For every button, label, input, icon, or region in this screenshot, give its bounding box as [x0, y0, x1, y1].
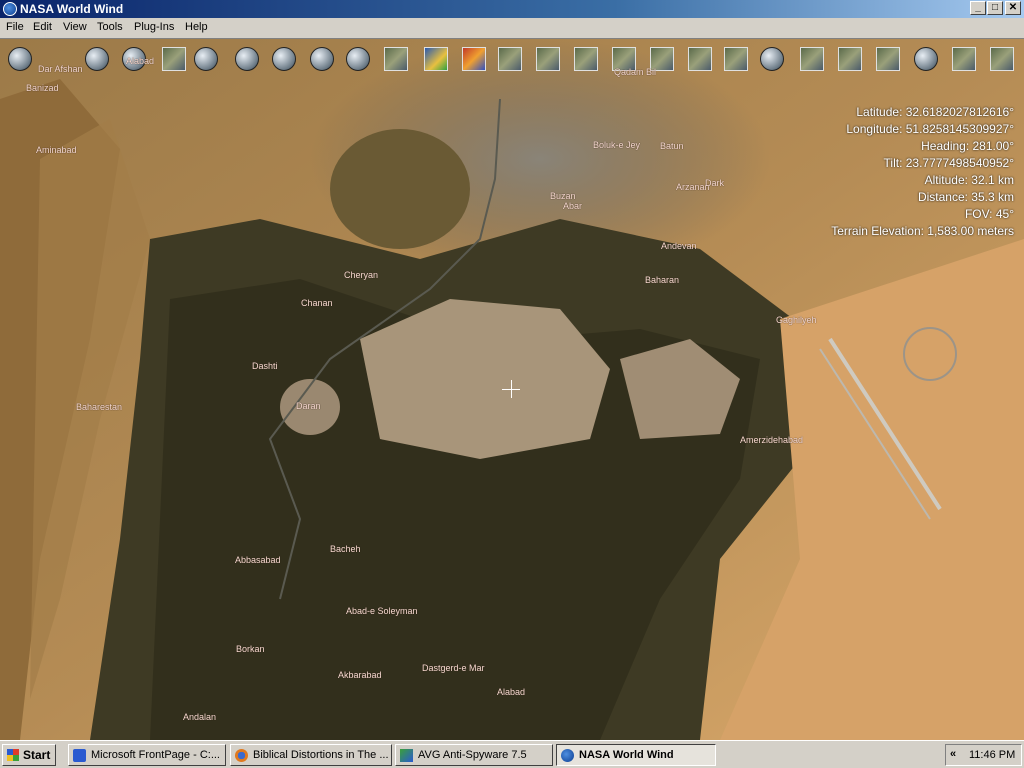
place-label: Andevan: [661, 241, 697, 251]
place-label: Borkan: [236, 644, 265, 654]
windows-logo-icon: [7, 749, 19, 761]
hud-longitude: Longitude: 51.8258145309927°: [846, 122, 1014, 136]
place-label: Baharestan: [76, 402, 123, 412]
hud-altitude: Altitude: 32.1 km: [924, 173, 1014, 187]
satellite-tile-icon[interactable]: [574, 47, 598, 71]
globe-viewport[interactable]: Dar Afshan Banizad Alabad Qadam Bil Amin…: [0, 39, 1024, 740]
clock[interactable]: 11:46 PM: [969, 749, 1015, 761]
camera-icon[interactable]: [162, 47, 186, 71]
place-label: Bacheh: [330, 544, 361, 554]
place-label: Alabad: [497, 687, 526, 697]
place-label: Dastgerd-e Mar: [422, 663, 485, 673]
start-button[interactable]: Start: [2, 744, 56, 766]
place-label: Alabad: [126, 56, 155, 66]
place-label: Amerzidehabad: [740, 435, 804, 445]
satellite-tile-icon[interactable]: [498, 47, 522, 71]
close-button[interactable]: ✕: [1005, 1, 1021, 15]
task-avg[interactable]: AVG Anti-Spyware 7.5: [395, 744, 553, 766]
satellite-tile-icon[interactable]: [990, 47, 1014, 71]
menu-view[interactable]: View: [63, 21, 87, 33]
task-label: NASA World Wind: [579, 749, 674, 761]
satellite-tile-icon[interactable]: [800, 47, 824, 71]
taskbar: Start Microsoft FrontPage - C:... Biblic…: [0, 740, 1024, 768]
globe-grid-icon[interactable]: [85, 47, 109, 71]
tray-expand-icon[interactable]: «: [950, 748, 956, 760]
wms-tile-icon[interactable]: [424, 47, 448, 71]
menu-edit[interactable]: Edit: [33, 21, 52, 33]
globe-icon[interactable]: [310, 47, 334, 71]
satellite-tile-icon[interactable]: [536, 47, 560, 71]
hud-fov: FOV: 45°: [964, 207, 1014, 221]
place-label: Dar Afshan: [38, 64, 83, 74]
task-label: Biblical Distortions in The ...: [253, 749, 389, 761]
system-tray: « 11:46 PM: [945, 744, 1022, 766]
window-title: NASA World Wind: [20, 2, 124, 16]
globe-icon[interactable]: [914, 47, 938, 71]
app-window: NASA World Wind _ □ ✕ File Edit View Too…: [0, 0, 1024, 768]
globe-icon[interactable]: [760, 47, 784, 71]
hud-distance: Distance: 35.3 km: [917, 190, 1014, 204]
hud-heading: Heading: 281.00°: [921, 139, 1014, 153]
place-label: Gaghilyeh: [776, 315, 817, 325]
firefox-icon: [235, 749, 248, 762]
title-bar[interactable]: NASA World Wind _ □ ✕: [0, 0, 1024, 18]
place-label: Abar: [563, 201, 583, 211]
place-label: Banizad: [26, 83, 59, 93]
place-label: Cheryan: [344, 270, 379, 280]
globe-icon[interactable]: [235, 47, 259, 71]
place-label: Buzan: [550, 191, 576, 201]
satellite-tile-icon[interactable]: [724, 47, 748, 71]
nasa-logo-icon: [3, 2, 17, 16]
layers-icon[interactable]: [8, 47, 32, 71]
satellite-tile-icon[interactable]: [384, 47, 408, 71]
satellite-tile-icon[interactable]: [876, 47, 900, 71]
satellite-tile-icon[interactable]: [688, 47, 712, 71]
place-label: Aminabad: [36, 145, 77, 155]
menu-tools[interactable]: Tools: [97, 21, 123, 33]
menu-file[interactable]: File: [6, 21, 24, 33]
place-label: Daran: [296, 401, 321, 411]
place-label: Baharan: [645, 275, 680, 285]
start-label: Start: [23, 748, 51, 762]
task-label: Microsoft FrontPage - C:...: [91, 749, 220, 761]
place-label: Dark: [705, 178, 725, 188]
place-label: Akbarabad: [338, 670, 382, 680]
hud-latitude: Latitude: 32.6182027812616°: [856, 105, 1014, 119]
place-label: Abad-e Soleyman: [346, 606, 418, 616]
satellite-tile-icon[interactable]: [952, 47, 976, 71]
place-label: Andalan: [183, 712, 217, 722]
nasa-icon: [561, 749, 574, 762]
place-label: Batun: [660, 141, 684, 151]
place-label: Boluk-e Jey: [593, 140, 641, 150]
menu-help[interactable]: Help: [185, 21, 208, 33]
place-label: Qadam Bil: [614, 67, 657, 77]
avg-icon: [400, 749, 413, 762]
compass-icon[interactable]: [194, 47, 218, 71]
menu-bar: File Edit View Tools Plug-Ins Help: [0, 18, 1024, 39]
frontpage-icon: [73, 749, 86, 762]
place-label: Abbasabad: [235, 555, 281, 565]
globe-icon[interactable]: [272, 47, 296, 71]
globe-icon[interactable]: [346, 47, 370, 71]
task-frontpage[interactable]: Microsoft FrontPage - C:...: [68, 744, 226, 766]
satellite-tile-icon[interactable]: [838, 47, 862, 71]
minimize-button[interactable]: _: [970, 1, 986, 15]
hud-tilt: Tilt: 23.7777498540952°: [883, 156, 1014, 170]
crosshair-icon: [511, 380, 512, 398]
task-label: AVG Anti-Spyware 7.5: [418, 749, 527, 761]
hud-terrain-elevation: Terrain Elevation: 1,583.00 meters: [831, 224, 1014, 238]
maximize-button[interactable]: □: [987, 1, 1003, 15]
place-label: Dashti: [252, 361, 278, 371]
task-worldwind[interactable]: NASA World Wind: [556, 744, 716, 766]
task-firefox[interactable]: Biblical Distortions in The ...: [230, 744, 392, 766]
red-tile-icon[interactable]: [462, 47, 486, 71]
place-label: Chanan: [301, 298, 333, 308]
menu-plugins[interactable]: Plug-Ins: [134, 21, 174, 33]
